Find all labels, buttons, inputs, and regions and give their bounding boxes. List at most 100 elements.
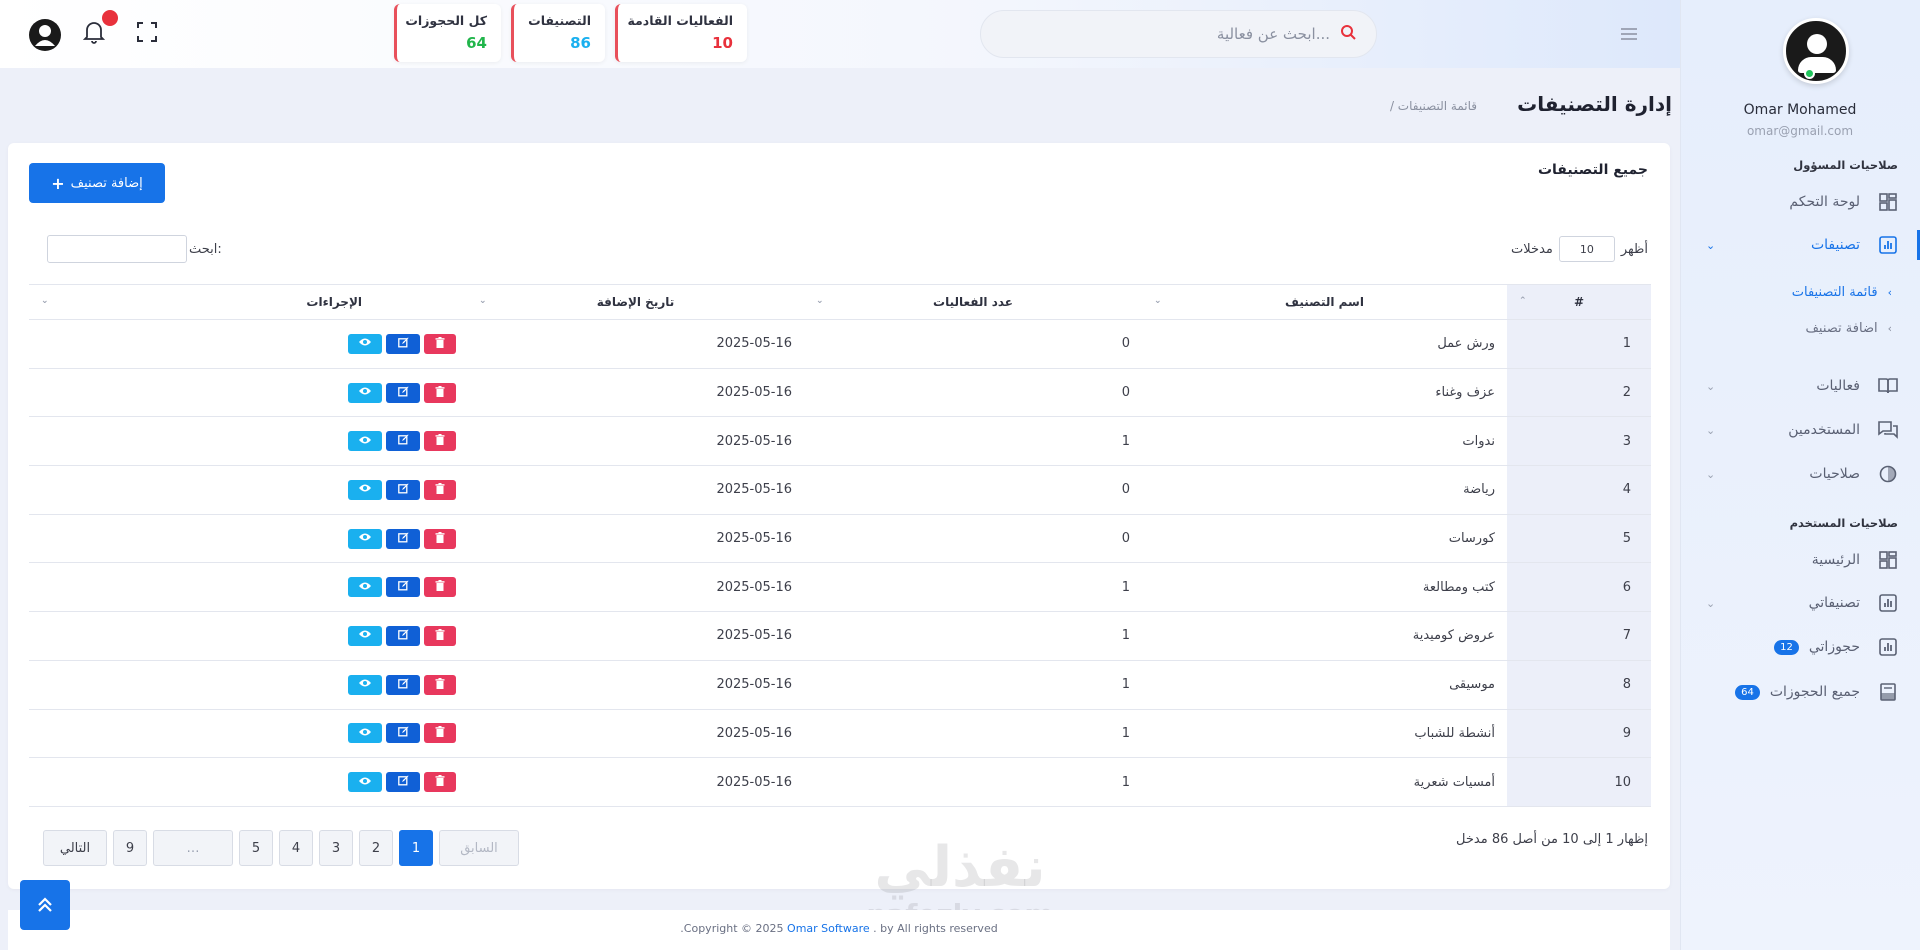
stat-value: 64 <box>466 34 487 52</box>
cell-date-added: 2025-05-16 <box>467 757 804 807</box>
cell-category-name: موسيقى <box>1142 660 1507 710</box>
table-row: 4 رياضة 0 2025-05-16 <box>29 465 1651 515</box>
page-button-2[interactable]: 2 <box>359 830 393 866</box>
page-button-3[interactable]: 3 <box>319 830 353 866</box>
entries-select[interactable]: 10 <box>1558 236 1615 262</box>
delete-button[interactable] <box>424 577 456 598</box>
view-button[interactable] <box>348 333 382 354</box>
sidebar-item-my-categories[interactable]: تصنيفاتي ⌄ <box>1680 588 1920 618</box>
edit-button[interactable] <box>386 528 420 549</box>
column-header-label: # <box>1573 295 1585 309</box>
edit-button[interactable] <box>386 431 420 452</box>
bar-chart-icon <box>1878 235 1898 255</box>
sidebar-subitem-add-category[interactable]: ‹ اضافة تصنيف <box>1680 316 1920 340</box>
edit-button[interactable] <box>386 333 420 354</box>
delete-button[interactable] <box>424 431 456 452</box>
page-button-1[interactable]: 1 <box>399 830 433 866</box>
sidebar-item-events[interactable]: فعاليات ⌄ <box>1680 371 1920 401</box>
sidebar-item-label: حجوزاتي <box>1808 639 1860 655</box>
edit-button[interactable] <box>386 382 420 403</box>
column-header-date[interactable]: تاريخ الإضافة ⌄ <box>467 284 804 320</box>
sidebar-item-users[interactable]: المستخدمين ⌄ <box>1680 415 1920 445</box>
delete-button[interactable] <box>424 674 456 695</box>
sidebar-item-dashboard[interactable]: لوحة التحكم <box>1680 187 1920 217</box>
event-search-input[interactable]: ابحث عن فعالية... <box>980 10 1377 58</box>
bar-chart-icon <box>1878 637 1898 657</box>
view-button[interactable] <box>348 723 382 744</box>
column-header-label: عدد الفعاليات <box>933 295 1013 309</box>
next-page-button[interactable]: التالي <box>43 830 107 866</box>
trash-icon <box>435 385 445 400</box>
sidebar-subitem-categories-list[interactable]: ‹ قائمة التصنيفات <box>1680 280 1920 304</box>
table-search-label: ابحث: <box>189 241 222 257</box>
sort-icon: ⌄ <box>41 296 49 306</box>
edit-button[interactable] <box>386 577 420 598</box>
cell-category-name: رياضة <box>1142 465 1507 515</box>
delete-button[interactable] <box>424 625 456 646</box>
page-button-5[interactable]: 5 <box>239 830 273 866</box>
menu-icon[interactable] <box>1620 25 1638 46</box>
edit-icon <box>397 629 409 643</box>
delete-button[interactable] <box>424 382 456 403</box>
trash-icon <box>435 434 445 448</box>
edit-button[interactable] <box>386 674 420 695</box>
view-button[interactable] <box>348 479 382 500</box>
delete-button[interactable] <box>424 528 456 549</box>
user-profile-icon[interactable] <box>28 18 62 56</box>
bell-icon[interactable] <box>82 20 106 48</box>
delete-button[interactable] <box>424 333 456 354</box>
view-button[interactable] <box>348 772 382 793</box>
column-header-count[interactable]: عدد الفعاليات ⌄ <box>804 284 1142 320</box>
view-button[interactable] <box>348 577 382 598</box>
breadcrumb[interactable]: / قائمة التصنيفات <box>1390 99 1477 113</box>
sidebar-item-permissions[interactable]: صلاحيات ⌄ <box>1680 459 1920 489</box>
view-button[interactable] <box>348 674 382 695</box>
stat-value: 86 <box>570 34 591 52</box>
edit-button[interactable] <box>386 772 420 793</box>
edit-button[interactable] <box>386 723 420 744</box>
page-button-9[interactable]: 9 <box>113 830 147 866</box>
column-header-number[interactable]: # ⌃ <box>1507 284 1651 320</box>
delete-button[interactable] <box>424 723 456 744</box>
column-header-actions[interactable]: الإجراءات ⌄ <box>29 284 467 320</box>
stat-title: كل الحجوزات <box>405 13 487 28</box>
view-button[interactable] <box>348 528 382 549</box>
view-button[interactable] <box>348 431 382 452</box>
delete-button[interactable] <box>424 772 456 793</box>
view-button[interactable] <box>348 382 382 403</box>
sidebar-item-label: لوحة التحكم <box>1789 194 1860 210</box>
edit-icon <box>397 726 409 740</box>
search-icon <box>1340 24 1356 44</box>
sidebar-item-categories[interactable]: تصنيفات ⌄ <box>1680 230 1920 260</box>
shield-icon <box>1878 464 1898 484</box>
column-header-name[interactable]: اسم التصنيف ⌄ <box>1142 284 1507 320</box>
cell-actions <box>29 660 467 710</box>
scroll-to-top-button[interactable] <box>20 880 70 930</box>
sidebar-item-my-bookings[interactable]: حجوزاتي 12 <box>1680 632 1920 662</box>
sidebar-item-all-bookings[interactable]: جميع الحجوزات 64 <box>1680 677 1920 707</box>
view-button[interactable] <box>348 625 382 646</box>
table-search: ابحث: <box>47 235 222 263</box>
sort-icon: ⌄ <box>816 296 824 306</box>
add-category-button[interactable]: + إضافة تصنيف <box>29 163 165 203</box>
chevron-down-icon: ⌄ <box>1706 596 1716 610</box>
table-row: 6 كتب ومطالعة 1 2025-05-16 <box>29 562 1651 613</box>
edit-icon <box>397 678 409 692</box>
eye-icon <box>358 435 372 448</box>
previous-page-button[interactable]: السابق <box>439 830 519 866</box>
edit-button[interactable] <box>386 625 420 646</box>
sidebar-item-label: المستخدمين <box>1788 422 1860 438</box>
edit-button[interactable] <box>386 479 420 500</box>
delete-button[interactable] <box>424 479 456 500</box>
cell-number: 1 <box>1507 319 1651 369</box>
table-search-input[interactable] <box>47 235 187 263</box>
fullscreen-icon[interactable] <box>137 22 157 46</box>
page-button-4[interactable]: 4 <box>279 830 313 866</box>
table-header-row: # ⌃ اسم التصنيف ⌄ عدد الفعاليات ⌄ تاريخ الإ… <box>29 284 1651 320</box>
user-avatar[interactable] <box>1783 18 1849 84</box>
cell-category-name: عزف وغناء <box>1142 368 1507 418</box>
footer-brand-link[interactable]: Omar Software <box>787 922 870 935</box>
cell-date-added: 2025-05-16 <box>467 660 804 710</box>
categories-table: # ⌃ اسم التصنيف ⌄ عدد الفعاليات ⌄ تاريخ الإ… <box>29 284 1651 807</box>
sidebar-item-home[interactable]: الرئيسية <box>1680 545 1920 575</box>
